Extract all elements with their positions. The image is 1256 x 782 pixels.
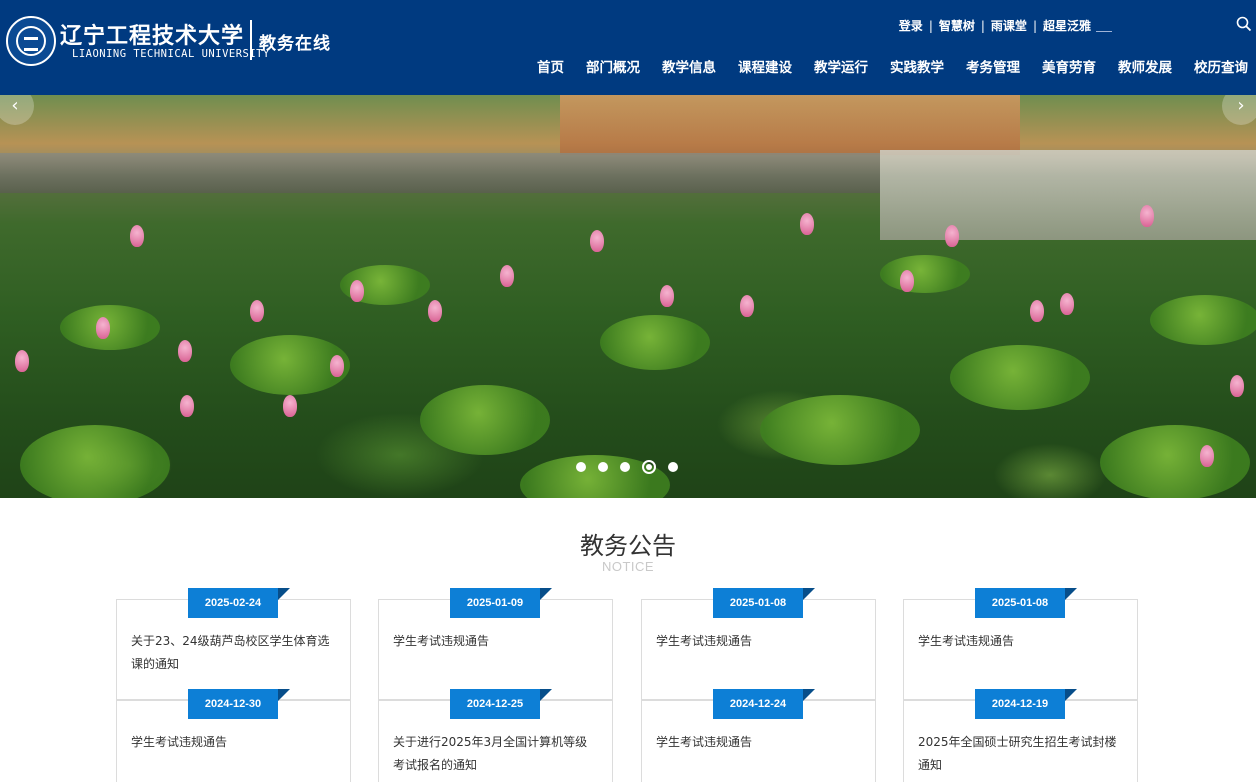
hero-banner[interactable]: ‹ ›: [0, 95, 1256, 498]
slide-dot-1[interactable]: [576, 462, 586, 472]
notice-title[interactable]: 学生考试违规通告: [131, 731, 336, 754]
notice-card[interactable]: 2024-12-30 学生考试违规通告: [116, 689, 351, 782]
site-name: 教务在线: [259, 34, 331, 54]
logo-chinese-name: 辽宁工程技术大学: [60, 23, 245, 49]
site-header: 辽宁工程技术大学 LIAONING TECHNICAL UNIVERSITY 教…: [0, 0, 1256, 95]
link-separator: |: [928, 18, 933, 33]
slide-dot-3[interactable]: [620, 462, 630, 472]
notice-title[interactable]: 2025年全国硕士研究生招生考试封楼通知: [918, 731, 1123, 777]
university-logo[interactable]: 辽宁工程技术大学 LIAONING TECHNICAL UNIVERSITY 教…: [6, 14, 346, 70]
notice-card[interactable]: 2025-01-08 学生考试违规通告: [903, 588, 1138, 700]
notice-date: 2024-12-30: [188, 689, 290, 719]
slide-indicators: [576, 460, 690, 474]
notice-date: 2025-01-09: [450, 588, 552, 618]
university-emblem-icon: [6, 16, 56, 66]
notice-card[interactable]: 2025-01-08 学生考试违规通告: [641, 588, 876, 700]
zhihuishu-link[interactable]: 智慧树: [939, 17, 975, 34]
nav-aesthetic-labor[interactable]: 美育劳育: [1031, 56, 1107, 76]
logo-divider: [250, 20, 252, 60]
yuketang-link[interactable]: 雨课堂: [991, 17, 1027, 34]
nav-teacher-development[interactable]: 教师发展: [1107, 56, 1183, 76]
notice-title[interactable]: 关于进行2025年3月全国计算机等级考试报名的通知: [393, 731, 598, 777]
logo-english-name: LIAONING TECHNICAL UNIVERSITY: [72, 48, 270, 60]
notice-section-subtitle: NOTICE: [601, 559, 655, 574]
notice-card[interactable]: 2024-12-19 2025年全国硕士研究生招生考试封楼通知: [903, 689, 1138, 782]
notice-date: 2025-01-08: [713, 588, 815, 618]
search-input[interactable]: [1096, 31, 1112, 32]
slide-dot-4[interactable]: [642, 460, 656, 474]
login-link[interactable]: 登录: [899, 17, 923, 34]
main-nav: 首页 部门概况 教学信息 课程建设 教学运行 实践教学 考务管理 美育劳育 教师…: [526, 56, 1256, 76]
notice-card[interactable]: 2024-12-24 学生考试违规通告: [641, 689, 876, 782]
notice-date: 2024-12-24: [713, 689, 815, 719]
notice-title[interactable]: 学生考试违规通告: [656, 630, 861, 653]
nav-home[interactable]: 首页: [526, 56, 575, 76]
slide-dot-2[interactable]: [598, 462, 608, 472]
notice-date: 2024-12-19: [975, 689, 1077, 719]
notice-title[interactable]: 学生考试违规通告: [656, 731, 861, 754]
nav-course-building[interactable]: 课程建设: [727, 56, 803, 76]
top-links: 登录 | 智慧树 | 雨课堂 | 超星泛雅: [899, 17, 1091, 34]
link-separator: |: [1032, 18, 1037, 33]
nav-teaching-operation[interactable]: 教学运行: [803, 56, 879, 76]
search-icon[interactable]: [1236, 16, 1252, 32]
nav-practice-teaching[interactable]: 实践教学: [879, 56, 955, 76]
slide-dot-5[interactable]: [668, 462, 678, 472]
nav-teaching-info[interactable]: 教学信息: [651, 56, 727, 76]
notice-card[interactable]: 2025-01-09 学生考试违规通告: [378, 588, 613, 700]
notice-section-title: 教务公告: [580, 532, 676, 560]
chaoxing-link[interactable]: 超星泛雅: [1043, 17, 1091, 34]
notice-date: 2025-02-24: [188, 588, 290, 618]
nav-department[interactable]: 部门概况: [575, 56, 651, 76]
notice-title[interactable]: 学生考试违规通告: [918, 630, 1123, 653]
notice-title[interactable]: 学生考试违规通告: [393, 630, 598, 653]
nav-exam-management[interactable]: 考务管理: [955, 56, 1031, 76]
notice-date: 2025-01-08: [975, 588, 1077, 618]
link-separator: |: [980, 18, 985, 33]
notice-card[interactable]: 2024-12-25 关于进行2025年3月全国计算机等级考试报名的通知: [378, 689, 613, 782]
notice-title[interactable]: 关于23、24级葫芦岛校区学生体育选课的通知: [131, 630, 336, 676]
notice-card[interactable]: 2025-02-24 关于23、24级葫芦岛校区学生体育选课的通知: [116, 588, 351, 700]
nav-calendar[interactable]: 校历查询: [1183, 56, 1256, 76]
notice-date: 2024-12-25: [450, 689, 552, 719]
